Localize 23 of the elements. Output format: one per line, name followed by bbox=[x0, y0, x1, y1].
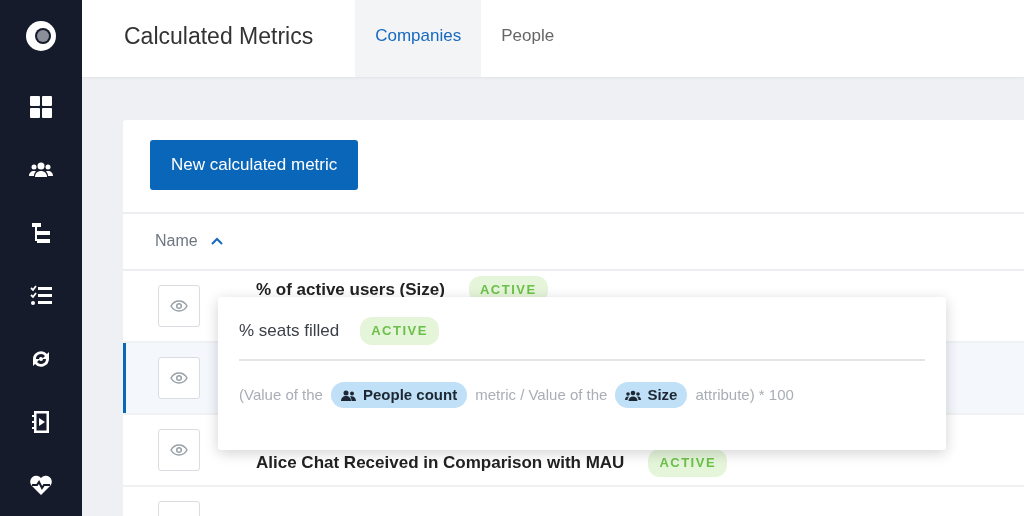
formula-chip[interactable]: People count bbox=[330, 381, 468, 408]
people-icon bbox=[340, 388, 357, 401]
formula-text: (Value of the bbox=[239, 384, 323, 405]
eye-icon bbox=[170, 371, 188, 384]
metric-title: % seats filled bbox=[239, 320, 340, 342]
column-header[interactable]: Name bbox=[155, 229, 198, 253]
eye-icon bbox=[170, 443, 188, 456]
status-badge: ACTIVE bbox=[648, 449, 728, 477]
tab[interactable]: People bbox=[481, 0, 575, 77]
eye-icon bbox=[170, 299, 188, 312]
grid-icon[interactable] bbox=[29, 94, 53, 119]
hierarchy-icon[interactable] bbox=[29, 220, 53, 245]
sort-caret-icon[interactable] bbox=[209, 235, 224, 247]
group-icon bbox=[625, 388, 642, 401]
new-metric-button[interactable]: New calculated metric bbox=[150, 140, 359, 190]
tab[interactable]: Companies bbox=[355, 0, 482, 77]
page-title: Calculated Metrics bbox=[124, 22, 314, 51]
metric-name[interactable]: Alice Chat Received in Comparison with MAU bbox=[256, 450, 625, 476]
formula-text: metric / Value of the bbox=[475, 384, 608, 405]
formula-text: attribute) * 100 bbox=[695, 384, 794, 405]
checklist-icon[interactable] bbox=[29, 283, 53, 308]
formula-chip[interactable]: Size bbox=[615, 381, 688, 408]
status-badge: ACTIVE bbox=[360, 317, 439, 345]
